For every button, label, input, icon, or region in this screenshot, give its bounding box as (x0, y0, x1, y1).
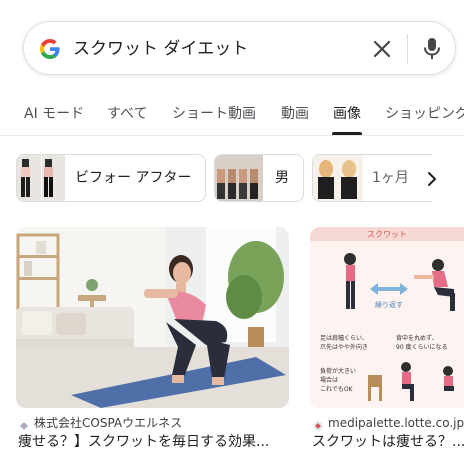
result-image-squat-photo[interactable] (16, 227, 289, 408)
microphone-icon[interactable] (420, 36, 444, 62)
tabs-divider (0, 135, 464, 136)
search-bar[interactable]: スクワット ダイエット (23, 21, 456, 75)
tab-short-videos[interactable]: ショート動画 (172, 104, 256, 124)
chip-one-month[interactable]: 1ヶ月 (312, 154, 432, 202)
chip-thumbnail (17, 155, 65, 201)
search-tabs: AI モード すべて ショート動画 動画 画像 ショッピング (0, 92, 464, 136)
guide-note-right-2: 90 度くらいになる (396, 343, 448, 351)
tab-all[interactable]: すべて (107, 104, 147, 124)
tab-videos[interactable]: 動画 (281, 104, 309, 124)
chip-label: 男 (275, 170, 289, 186)
chip-before-after[interactable]: ビフォー アフター (16, 154, 206, 202)
tab-images[interactable]: 画像 (333, 104, 361, 124)
squat-guide-illustration: スクワット 繰り返す 足は肩幅くらい、 爪先はやや外向き 背中を丸めず、 90 … (310, 227, 464, 408)
guide-note-bottom-2: 場合は (320, 376, 338, 384)
chip-label: 1ヶ月 (372, 170, 409, 186)
chip-thumbnail (215, 155, 263, 201)
chip-thumbnail (313, 155, 363, 201)
chevron-right-icon[interactable] (418, 165, 446, 193)
guide-note-right-1: 背中を丸めず、 (396, 334, 438, 342)
squat-photo (16, 227, 289, 408)
result-title[interactable]: 痩せる？】スクワットを毎日する効果... (18, 433, 293, 451)
chip-male[interactable]: 男 (214, 154, 304, 202)
result-title[interactable]: スクワットは痩せる？... (312, 433, 464, 451)
guide-note-bottom-3: これでもOK (320, 386, 354, 393)
guide-repeat: 繰り返す (375, 300, 403, 309)
tab-shopping[interactable]: ショッピング (385, 104, 464, 124)
guide-note-left-1: 足は肩幅くらい、 (320, 334, 368, 342)
google-g-logo-icon (40, 39, 60, 59)
result-source: medipalette.lotte.co.jp (328, 416, 464, 430)
tab-ai-mode[interactable]: AI モード (24, 104, 84, 124)
search-input[interactable]: スクワット ダイエット (73, 37, 248, 61)
search-bar-divider (407, 34, 408, 64)
guide-note-bottom-1: 負荷が大きい (320, 367, 356, 375)
source-favicon (312, 417, 324, 431)
guide-header: スクワット (367, 230, 407, 239)
chip-label: ビフォー アフター (75, 170, 192, 186)
result-image-squat-guide[interactable]: スクワット 繰り返す 足は肩幅くらい、 爪先はやや外向き 背中を丸めず、 90 … (310, 227, 464, 408)
source-favicon (18, 417, 30, 430)
guide-note-left-2: 爪先はやや外向き (320, 343, 368, 351)
close-icon[interactable] (370, 37, 394, 61)
result-source: 株式会社COSPAウエルネス (34, 416, 183, 430)
